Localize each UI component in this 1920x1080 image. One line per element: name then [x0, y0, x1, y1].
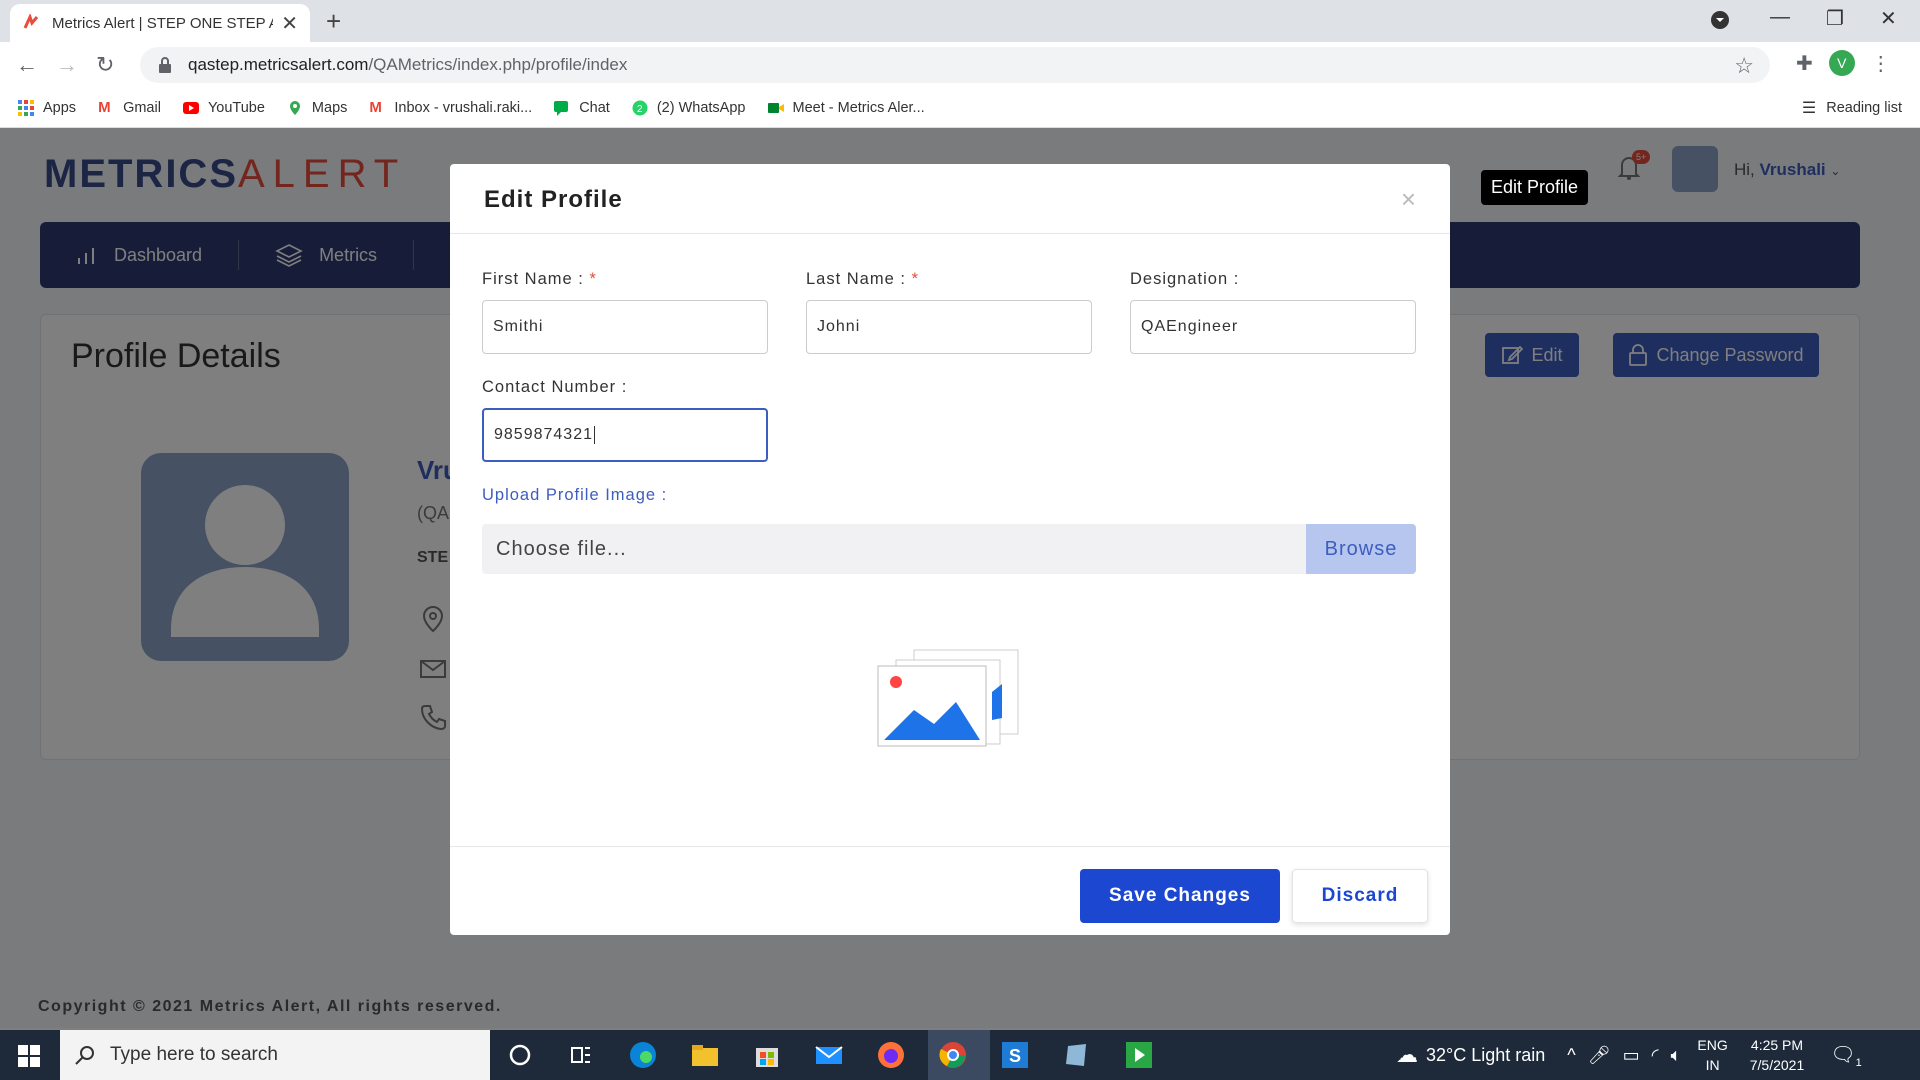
bookmark-label: Apps — [43, 99, 77, 116]
gmail-icon: M — [98, 98, 111, 116]
bookmark-star-icon[interactable]: ☆ — [1734, 53, 1754, 79]
media-app-icon[interactable] — [1124, 1040, 1154, 1070]
chrome-icon[interactable] — [938, 1040, 968, 1070]
bookmark-label: Inbox - vrushali.raki... — [394, 99, 533, 116]
new-tab-icon[interactable]: + — [326, 6, 341, 37]
cortana-icon[interactable] — [505, 1040, 535, 1070]
reading-list[interactable]: ☰ Reading list — [1802, 98, 1902, 118]
modal-header: Edit Profile × — [450, 164, 1450, 234]
task-view-icon[interactable] — [566, 1040, 596, 1070]
bookmark-label: Gmail — [123, 99, 161, 116]
upload-profile-image-label: Upload Profile Image : — [482, 486, 668, 504]
window-close-icon[interactable]: ✕ — [1880, 6, 1897, 31]
contact-number-label: Contact Number : — [482, 378, 628, 396]
windows-start-icon[interactable] — [18, 1045, 40, 1067]
volume-icon[interactable]: 🔈︎ — [1671, 1045, 1682, 1066]
bookmark-gmail[interactable]: M Gmail — [98, 98, 161, 116]
apps-grid-icon — [18, 99, 34, 116]
reading-list-icon: ☰ — [1801, 100, 1817, 117]
bookmark-meet[interactable]: Meet - Metrics Aler... — [767, 99, 925, 116]
store-icon[interactable] — [752, 1040, 782, 1070]
notification-center-icon[interactable]: 🗨︎1 — [1830, 1042, 1862, 1069]
profile-avatar[interactable]: V — [1828, 50, 1855, 76]
mail-app-icon[interactable] — [814, 1040, 844, 1070]
reading-list-label: Reading list — [1826, 100, 1902, 116]
edge-icon[interactable] — [628, 1040, 658, 1070]
weather-text[interactable]: 32°C Light rain — [1426, 1045, 1545, 1066]
svg-text:S: S — [1009, 1046, 1021, 1066]
weather-cloud-icon[interactable]: ☁ — [1396, 1042, 1418, 1068]
edit-profile-tooltip: Edit Profile — [1481, 170, 1589, 205]
designation-field[interactable]: QAEngineer — [1130, 300, 1416, 354]
browser-tab[interactable]: Metrics Alert | STEP ONE STEP AH ✕ — [10, 4, 310, 42]
battery-icon[interactable]: ▭ — [1623, 1045, 1640, 1066]
browser-tabstrip: Metrics Alert | STEP ONE STEP AH ✕ + — ❐… — [0, 0, 1920, 42]
bookmark-apps[interactable]: Apps — [18, 99, 77, 116]
designation-label: Designation : — [1130, 270, 1240, 288]
bookmark-label: Maps — [311, 99, 348, 116]
s-app-icon[interactable]: S — [1000, 1040, 1030, 1070]
language-indicator[interactable]: ENG IN — [1697, 1035, 1727, 1075]
file-placeholder: Choose file... — [496, 537, 627, 560]
extensions-puzzle-icon[interactable]: ✚ — [1796, 51, 1813, 76]
first-name-label: First Name : * — [482, 270, 597, 288]
tab-close-icon[interactable]: ✕ — [281, 11, 298, 36]
chrome-menu-icon[interactable]: ⋮ — [1871, 51, 1891, 76]
reload-icon[interactable]: ↻ — [96, 52, 114, 78]
contact-number-field[interactable]: 9859874321 — [482, 408, 768, 462]
last-name-label: Last Name : * — [806, 270, 919, 288]
address-bar[interactable]: qastep.metricsalert.com/QAMetrics/index.… — [140, 47, 1770, 83]
maps-pin-icon — [289, 100, 300, 115]
edit-profile-modal: Edit Profile × First Name : * Smithi Las… — [450, 164, 1450, 935]
youtube-icon — [182, 101, 199, 114]
chrome-menu-dropdown-icon[interactable] — [1710, 10, 1730, 36]
chat-icon — [554, 100, 569, 116]
tab-title: Metrics Alert | STEP ONE STEP AH — [52, 14, 274, 32]
svg-text:2: 2 — [637, 104, 643, 115]
bookmark-youtube[interactable]: YouTube — [182, 99, 265, 116]
bookmark-chat[interactable]: Chat — [554, 100, 610, 116]
firefox-icon[interactable] — [876, 1040, 906, 1070]
chevron-up-icon[interactable]: ^ — [1567, 1045, 1575, 1066]
search-icon — [75, 1046, 94, 1065]
lock-icon — [159, 57, 171, 73]
forward-icon[interactable]: → — [56, 52, 78, 78]
last-name-field[interactable]: Johni — [806, 300, 1092, 354]
bookmark-inbox[interactable]: M Inbox - vrushali.raki... — [369, 98, 533, 116]
gmail-icon: M — [369, 98, 382, 116]
image-placeholder-icon — [877, 649, 1019, 747]
meet-icon — [767, 102, 784, 113]
notepad-icon[interactable] — [1062, 1040, 1092, 1070]
bookmarks-bar: Apps M Gmail YouTube Maps M Inbox - vrus… — [0, 88, 1920, 128]
file-chooser[interactable]: Choose file... Browse — [482, 524, 1416, 574]
back-icon[interactable]: ← — [16, 52, 38, 78]
file-explorer-icon[interactable] — [690, 1040, 720, 1070]
windows-taskbar: Type here to search S ☁ 32°C Light rain … — [0, 1030, 1920, 1080]
bookmark-label: YouTube — [207, 99, 265, 116]
modal-footer: Save Changes Discard — [450, 846, 1450, 935]
whatsapp-icon: 2 — [632, 100, 648, 115]
system-tray: ☁ 32°C Light rain ^ 🎤︎ ▭ ◜ 🔈︎ ENG IN 4:25… — [1396, 1030, 1862, 1080]
wifi-icon[interactable]: ◜ — [1652, 1045, 1659, 1066]
discard-button[interactable]: Discard — [1292, 869, 1428, 923]
browser-toolbar: ← → ↻ qastep.metricsalert.com/QAMetrics/… — [0, 42, 1920, 88]
bookmark-label: Chat — [579, 99, 610, 116]
bookmark-label: (2) WhatsApp — [656, 99, 746, 116]
minimize-icon[interactable]: — — [1770, 6, 1790, 29]
bookmark-maps[interactable]: Maps — [287, 100, 347, 116]
url-path: /QAMetrics/index.php/profile/index — [368, 55, 628, 74]
close-icon[interactable]: × — [1401, 184, 1416, 215]
clock[interactable]: 4:25 PM 7/5/2021 — [1750, 1035, 1805, 1075]
bookmark-label: Meet - Metrics Aler... — [792, 99, 925, 116]
metricsalert-favicon-icon — [23, 14, 39, 29]
mic-icon[interactable]: 🎤︎ — [1588, 1045, 1611, 1066]
taskbar-search[interactable]: Type here to search — [60, 1030, 490, 1080]
restore-icon[interactable]: ❐ — [1826, 6, 1844, 31]
url-host: qastep.metricsalert.com — [188, 55, 369, 74]
bookmark-whatsapp[interactable]: 2 (2) WhatsApp — [632, 100, 746, 116]
modal-title: Edit Profile — [484, 186, 623, 213]
first-name-field[interactable]: Smithi — [482, 300, 768, 354]
browse-button[interactable]: Browse — [1306, 524, 1416, 574]
save-changes-button[interactable]: Save Changes — [1080, 869, 1280, 923]
